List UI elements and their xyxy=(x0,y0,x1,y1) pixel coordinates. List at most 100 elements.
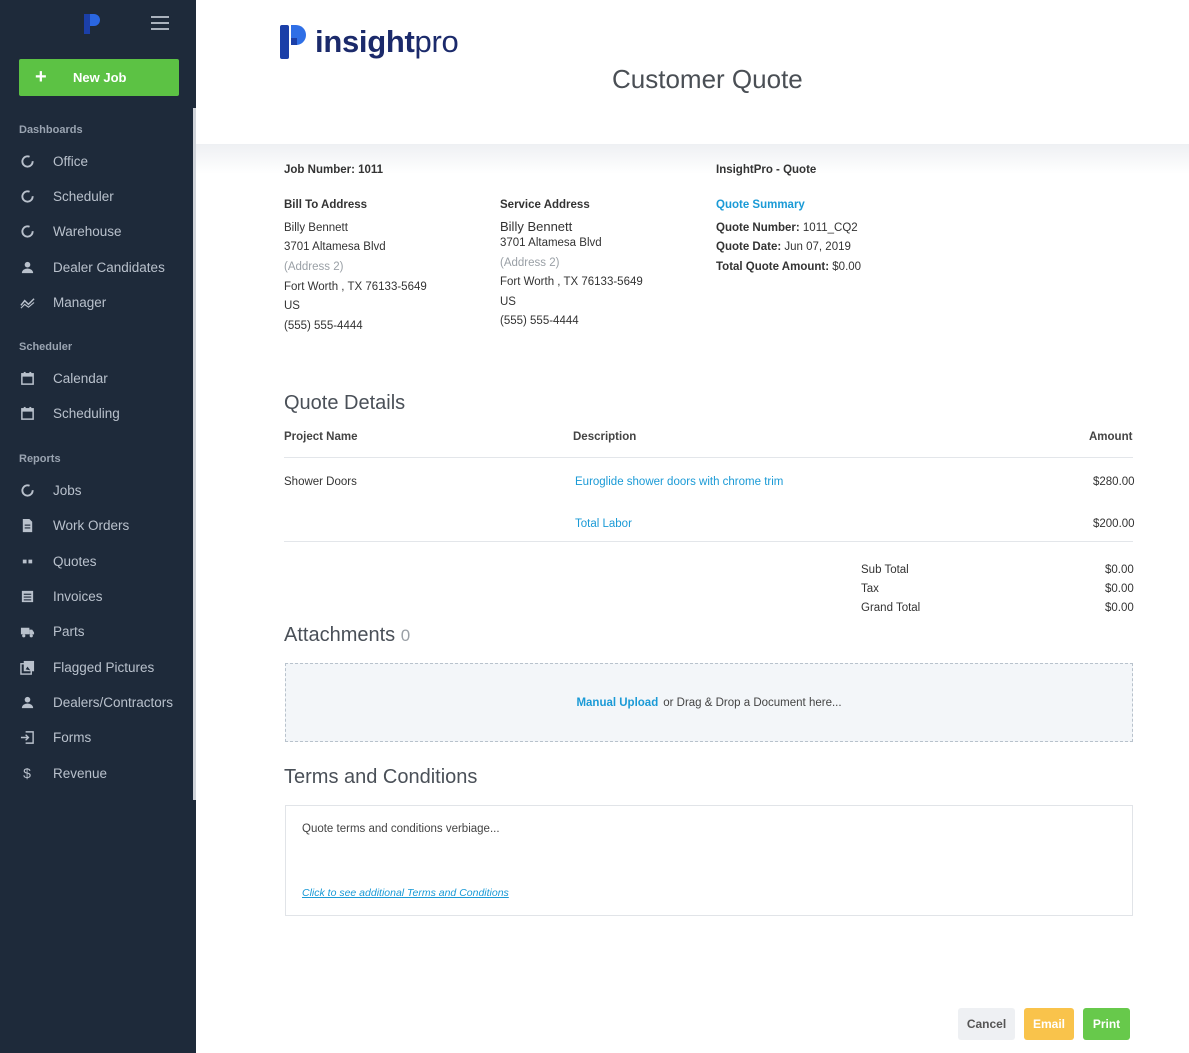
circle-arrow-icon xyxy=(19,153,35,169)
sidebar-item-scheduler[interactable]: Scheduler xyxy=(19,183,189,209)
sidebar-item-warehouse[interactable]: Warehouse xyxy=(19,218,189,244)
col-amount: Amount xyxy=(1089,431,1133,443)
bill-to-phone: (555) 555-4444 xyxy=(284,320,363,332)
terms-heading: Terms and Conditions xyxy=(284,766,478,788)
person-icon xyxy=(19,694,35,710)
circle-arrow-icon xyxy=(19,188,35,204)
sidebar-item-scheduling[interactable]: Scheduling xyxy=(19,400,189,426)
sidebar-item-label: Flagged Pictures xyxy=(53,659,155,675)
calendar-icon xyxy=(19,405,35,421)
table-header-divider xyxy=(284,457,1133,458)
service-city: Fort Worth , TX 76133-5649 xyxy=(500,276,643,288)
quote-header: InsightPro - Quote xyxy=(716,164,817,176)
section-reports: Reports xyxy=(19,453,61,465)
print-button[interactable]: Print xyxy=(1083,1008,1130,1040)
grand-total-value: $0.00 xyxy=(1105,602,1134,614)
section-scheduler: Scheduler xyxy=(19,341,73,353)
circle-arrow-icon xyxy=(19,482,35,498)
service-address1: 3701 Altamesa Blvd xyxy=(500,237,602,249)
sidebar-item-dealer-candidates[interactable]: Dealer Candidates xyxy=(19,254,189,280)
attachments-heading: Attachments 0 xyxy=(284,624,411,646)
bill-to-country: US xyxy=(284,300,300,312)
sidebar-item-manager[interactable]: Manager xyxy=(19,289,189,315)
pictures-icon xyxy=(19,659,35,675)
bill-to-name: Billy Bennett xyxy=(284,222,348,234)
sidebar-item-label: Manager xyxy=(53,294,107,310)
sidebar-scrollbar[interactable] xyxy=(193,108,196,800)
cancel-button[interactable]: Cancel xyxy=(958,1008,1015,1040)
row-amount: $280.00 xyxy=(1093,476,1135,488)
subtotal-label: Sub Total xyxy=(861,564,909,576)
terms-text: Quote terms and conditions verbiage... xyxy=(302,823,500,835)
new-job-button[interactable]: + New Job xyxy=(19,59,179,96)
truck-icon xyxy=(19,623,35,639)
sidebar-item-parts[interactable]: Parts xyxy=(19,618,189,644)
bill-to-city: Fort Worth , TX 76133-5649 xyxy=(284,281,427,293)
col-description: Description xyxy=(573,431,637,443)
sidebar: + New Job Dashboards Office Scheduler Wa… xyxy=(0,0,196,1053)
additional-terms-link[interactable]: Click to see additional Terms and Condit… xyxy=(302,887,509,899)
bill-to-address1: 3701 Altamesa Blvd xyxy=(284,241,386,253)
quote-icon xyxy=(19,553,35,569)
quote-summary-link[interactable]: Quote Summary xyxy=(716,199,805,211)
quote-details-heading: Quote Details xyxy=(284,392,406,414)
circle-arrow-icon xyxy=(19,223,35,239)
logo-icon xyxy=(84,14,100,34)
tax-label: Tax xyxy=(861,583,879,595)
quote-number: Quote Number: 1011_CQ2 xyxy=(716,222,858,234)
login-icon xyxy=(19,729,35,745)
bill-to-address2: (Address 2) xyxy=(284,261,344,273)
sidebar-item-label: Dealer Candidates xyxy=(53,259,165,275)
sidebar-item-label: Scheduler xyxy=(53,188,114,204)
sidebar-item-label: Quotes xyxy=(53,553,97,569)
quote-date: Quote Date: Jun 07, 2019 xyxy=(716,241,851,253)
sidebar-item-flagged-pictures[interactable]: Flagged Pictures xyxy=(19,654,189,680)
row-description-link[interactable]: Total Labor xyxy=(575,518,632,530)
calendar-icon xyxy=(19,370,35,386)
dollar-icon: $ xyxy=(23,765,31,781)
invoice-icon xyxy=(19,588,35,604)
sidebar-item-work-orders[interactable]: Work Orders xyxy=(19,512,189,538)
sidebar-item-dealers-contractors[interactable]: Dealers/Contractors xyxy=(19,689,189,715)
trend-icon xyxy=(19,294,35,310)
brand-logo: insightpro xyxy=(279,24,459,60)
service-name: Billy Bennett xyxy=(500,219,573,234)
service-country: US xyxy=(500,296,516,308)
section-dashboards: Dashboards xyxy=(19,124,83,136)
sidebar-item-revenue[interactable]: $ Revenue xyxy=(19,760,189,786)
email-button[interactable]: Email xyxy=(1024,1008,1074,1040)
new-job-label: New Job xyxy=(73,70,127,85)
sidebar-item-quotes[interactable]: Quotes xyxy=(19,548,189,574)
person-icon xyxy=(19,259,35,275)
attachments-count: 0 xyxy=(400,626,411,645)
sidebar-item-label: Office xyxy=(53,153,89,169)
drop-hint: or Drag & Drop a Document here... xyxy=(663,696,842,709)
brand-name: insightpro xyxy=(315,24,459,59)
table-footer-divider xyxy=(284,541,1133,542)
total-quote-amount: Total Quote Amount: $0.00 xyxy=(716,261,862,273)
sidebar-item-label: Revenue xyxy=(53,765,108,781)
sidebar-item-invoices[interactable]: Invoices xyxy=(19,583,189,609)
plus-icon: + xyxy=(35,66,47,88)
tax-value: $0.00 xyxy=(1105,583,1134,595)
sidebar-item-office[interactable]: Office xyxy=(19,148,189,174)
sidebar-item-label: Warehouse xyxy=(53,223,122,239)
sidebar-item-forms[interactable]: Forms xyxy=(19,724,189,750)
subtotal-value: $0.00 xyxy=(1105,564,1134,576)
service-phone: (555) 555-4444 xyxy=(500,315,579,327)
sidebar-item-label: Calendar xyxy=(53,370,108,386)
menu-toggle-icon[interactable] xyxy=(151,16,169,30)
sidebar-item-label: Dealers/Contractors xyxy=(53,694,174,710)
manual-upload-link[interactable]: Manual Upload xyxy=(576,697,658,709)
sidebar-item-calendar[interactable]: Calendar xyxy=(19,365,189,391)
sidebar-item-label: Invoices xyxy=(53,588,103,604)
page-title: Customer Quote xyxy=(612,64,803,94)
sidebar-item-label: Parts xyxy=(53,623,85,639)
sidebar-item-label: Scheduling xyxy=(53,405,120,421)
row-description-link[interactable]: Euroglide shower doors with chrome trim xyxy=(575,476,783,488)
insightpro-logo-icon xyxy=(280,25,306,59)
attachment-dropzone[interactable]: Manual Upload or Drag & Drop a Document … xyxy=(285,663,1133,742)
row-amount: $200.00 xyxy=(1093,518,1135,530)
row-project: Shower Doors xyxy=(284,476,357,488)
sidebar-item-jobs[interactable]: Jobs xyxy=(19,477,189,503)
